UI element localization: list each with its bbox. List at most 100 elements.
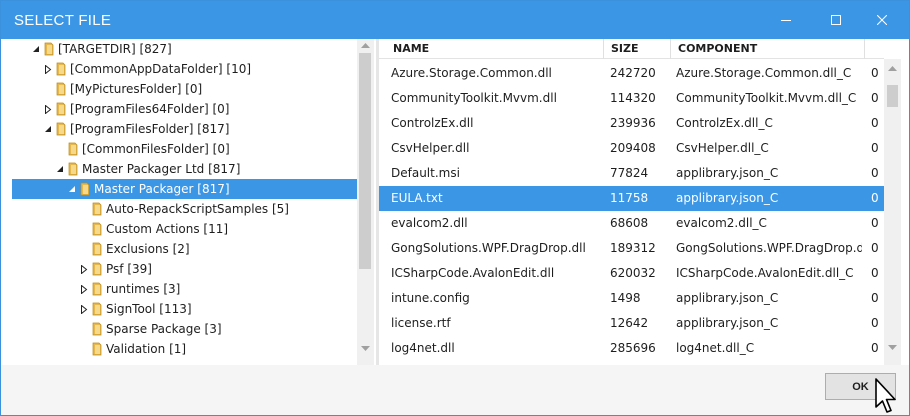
scroll-down-icon[interactable] (361, 346, 370, 352)
column-header-name[interactable]: NAME (386, 39, 604, 59)
tree-item[interactable]: [CommonAppDataFolder] [10] (12, 59, 357, 79)
cell-name: license.rtf (391, 316, 451, 330)
cell-extra: 0 (871, 291, 879, 305)
tree-item[interactable]: [ProgramFiles64Folder] [0] (12, 99, 357, 119)
dialog-title: SELECT FILE (14, 12, 112, 29)
table-row[interactable]: Azure.Storage.Common.dll 242720 Azure.Stor… (379, 61, 884, 86)
collapsed-arrow-icon[interactable] (78, 279, 90, 299)
folder-tree[interactable]: [TARGETDIR] [827] [CommonAppDataFolder] [… (12, 39, 374, 365)
table-row[interactable]: ICSharpCode.AvalonEdit.dll 620032 ICSharpC… (379, 261, 884, 286)
folder-icon (92, 202, 102, 216)
collapsed-arrow-icon[interactable] (42, 59, 54, 79)
title-bar[interactable]: SELECT FILE (1, 1, 909, 39)
cell-size: 239936 (610, 116, 656, 130)
select-file-dialog: SELECT FILE [TARGETDIR] [827] [CommonAppD… (0, 0, 910, 416)
expanded-arrow-icon[interactable] (66, 179, 78, 199)
cell-name: Default.msi (391, 166, 460, 180)
tree-item-label: [ProgramFilesFolder] [817] (70, 122, 230, 136)
column-header-size[interactable]: SIZE (604, 39, 671, 59)
cell-extra: 0 (871, 241, 879, 255)
tree-item-label: Exclusions [2] (106, 242, 190, 256)
tree-item-label: runtimes [3] (106, 282, 181, 296)
grid-header: NAME SIZE COMPONENT (379, 39, 884, 59)
collapsed-arrow-icon[interactable] (78, 299, 90, 319)
cell-size: 77824 (610, 166, 649, 180)
tree-item-label: Sparse Package [3] (106, 322, 222, 336)
folder-icon (92, 342, 102, 356)
grid-scrollbar[interactable] (884, 59, 901, 365)
table-row[interactable]: GongSolutions.WPF.DragDrop.dll 189312 Gong… (379, 236, 884, 261)
cell-name: EULA.txt (391, 191, 443, 205)
tree-scrollbar[interactable] (357, 39, 374, 365)
tree-item-label: Validation [1] (106, 342, 187, 356)
cell-size: 68608 (610, 216, 649, 230)
tree-item[interactable]: Custom Actions [11] (12, 219, 357, 239)
collapsed-arrow-icon[interactable] (42, 99, 54, 119)
tree-item[interactable]: Validation [1] (12, 339, 357, 359)
close-button[interactable] (859, 1, 905, 39)
dialog-footer (1, 365, 909, 415)
maximize-button[interactable] (813, 1, 859, 39)
cell-name: evalcom2.dll (391, 216, 468, 230)
cell-extra: 0 (871, 191, 879, 205)
cell-size: 242720 (610, 66, 656, 80)
cell-component: applibrary.json_C (676, 191, 779, 205)
tree-item[interactable]: SignTool [113] (12, 299, 357, 319)
tree-item[interactable]: Auto-RepackScriptSamples [5] (12, 199, 357, 219)
tree-item[interactable]: Master Packager [817] (12, 179, 357, 199)
cell-size: 189312 (610, 241, 656, 255)
cell-component: applibrary.json_C (676, 316, 779, 330)
expanded-arrow-icon[interactable] (30, 39, 42, 59)
expanded-arrow-icon[interactable] (54, 159, 66, 179)
folder-icon (92, 242, 102, 256)
cell-name: Azure.Storage.Common.dll (391, 66, 552, 80)
tree-item[interactable]: Sparse Package [3] (12, 319, 357, 339)
cell-component: ICSharpCode.AvalonEdit.dll_C (676, 266, 854, 280)
table-row[interactable]: ControlzEx.dll 239936 ControlzEx.dll_C 0 (379, 111, 884, 136)
cell-component: CommunityToolkit.Mvvm.dll_C (676, 91, 857, 105)
cell-size: 12642 (610, 316, 649, 330)
cell-name: CsvHelper.dll (391, 141, 470, 155)
scroll-down-icon[interactable] (888, 345, 897, 351)
grid-scroll-thumb[interactable] (887, 85, 898, 107)
tree-item[interactable]: Exclusions [2] (12, 239, 357, 259)
folder-icon (92, 222, 102, 236)
table-row[interactable]: evalcom2.dll 68608 evalcom2.dll_C 0 (379, 211, 884, 236)
table-row[interactable]: license.rtf 12642 applibrary.json_C 0 (379, 311, 884, 336)
cell-component: log4net.dll_C (676, 341, 755, 355)
tree-scroll-thumb[interactable] (359, 53, 371, 269)
table-row[interactable]: CsvHelper.dll 209408 CsvHelper.dll_C 0 (379, 136, 884, 161)
tree-item[interactable]: Master Packager Ltd [817] (12, 159, 357, 179)
minimize-button[interactable] (763, 1, 809, 39)
table-row[interactable]: intune.config 1498 applibrary.json_C 0 (379, 286, 884, 311)
table-row[interactable]: Default.msi 77824 applibrary.json_C 0 (379, 161, 884, 186)
table-row[interactable]: CommunityToolkit.Mvvm.dll 114320 Community… (379, 86, 884, 111)
cell-name: ControlzEx.dll (391, 116, 474, 130)
cell-size: 1498 (610, 291, 641, 305)
tree-item-label: SignTool [113] (106, 302, 192, 316)
tree-item[interactable]: [MyPicturesFolder] [0] (12, 79, 357, 99)
cell-extra: 0 (871, 266, 879, 280)
cell-component: evalcom2.dll_C (676, 216, 767, 230)
cell-size: 285696 (610, 341, 656, 355)
cell-size: 114320 (610, 91, 656, 105)
table-row[interactable]: log4net.dll 285696 log4net.dll_C 0 (379, 336, 884, 361)
table-row[interactable]: EULA.txt 11758 applibrary.json_C 0 (379, 186, 884, 211)
collapsed-arrow-icon[interactable] (78, 259, 90, 279)
folder-icon (80, 182, 90, 196)
column-header-component[interactable]: COMPONENT (671, 39, 865, 59)
tree-item[interactable]: runtimes [3] (12, 279, 357, 299)
tree-item[interactable]: Psf [39] (12, 259, 357, 279)
expanded-arrow-icon[interactable] (42, 119, 54, 139)
tree-item[interactable]: [ProgramFilesFolder] [817] (12, 119, 357, 139)
tree-item[interactable]: [CommonFilesFolder] [0] (12, 139, 357, 159)
cell-component: CsvHelper.dll_C (676, 141, 769, 155)
scroll-up-icon[interactable] (888, 65, 897, 71)
tree-item-label: Master Packager Ltd [817] (82, 162, 241, 176)
tree-item[interactable]: [TARGETDIR] [827] (12, 39, 357, 59)
scroll-up-icon[interactable] (361, 42, 370, 48)
tree-item-label: [TARGETDIR] [827] (58, 42, 172, 56)
